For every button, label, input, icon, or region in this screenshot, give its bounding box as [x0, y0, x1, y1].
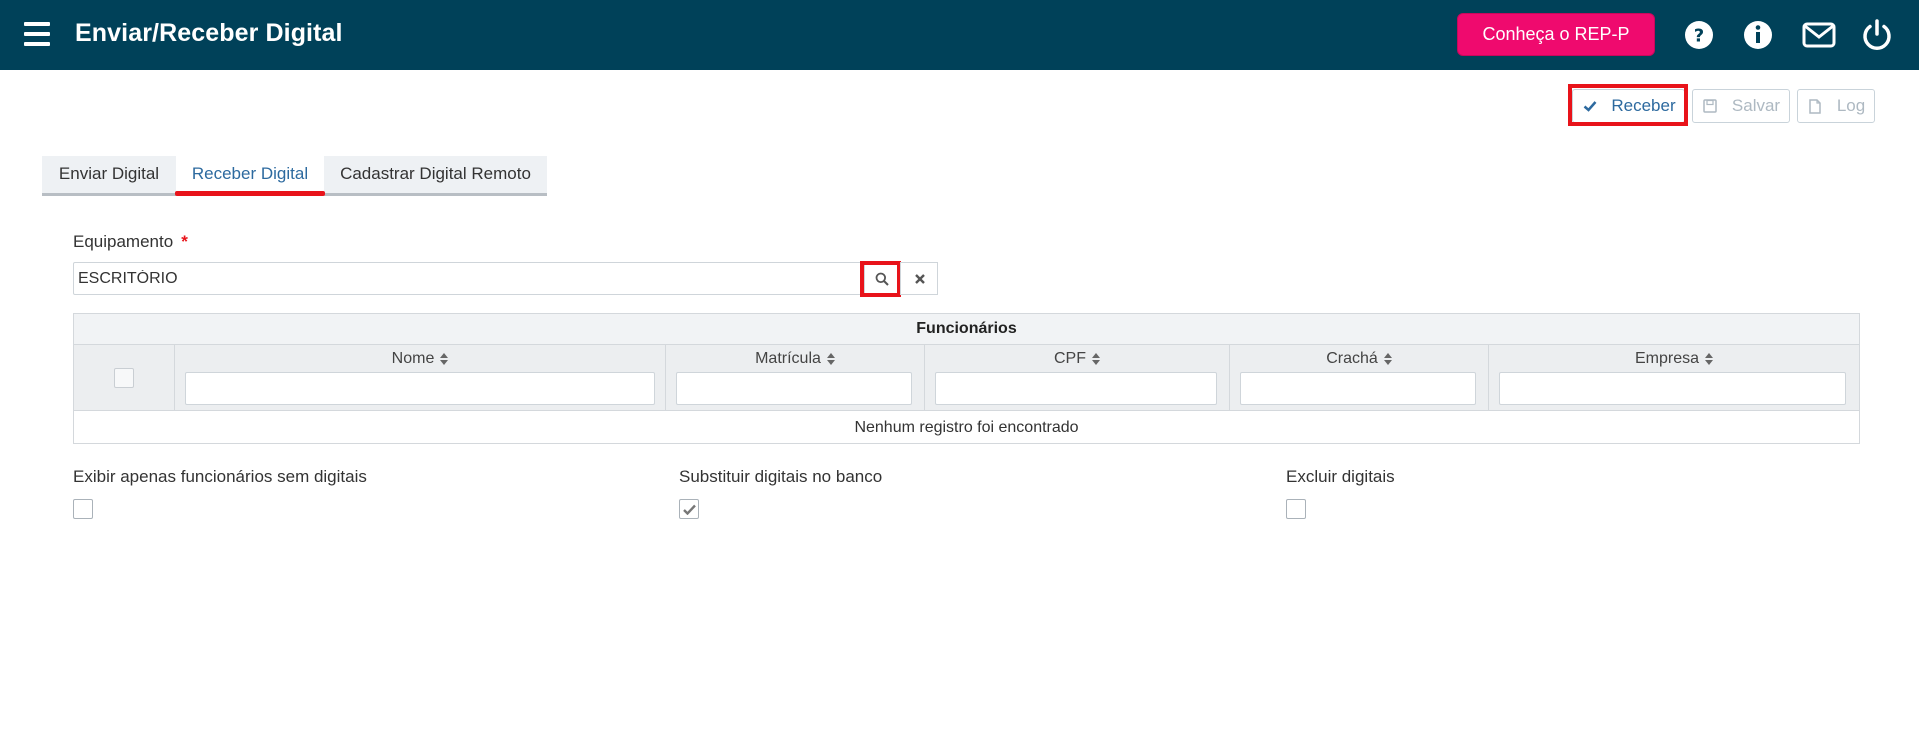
option-substituir-label: Substituir digitais no banco	[679, 467, 883, 486]
filter-cracha-input[interactable]	[1240, 372, 1476, 405]
column-cpf: CPF	[925, 345, 1230, 410]
svg-text:?: ?	[1694, 26, 1704, 47]
active-tab-highlight	[175, 191, 325, 196]
equipamento-label-text: Equipamento	[73, 232, 174, 251]
search-icon	[875, 272, 889, 286]
equipamento-clear-button[interactable]	[900, 262, 938, 295]
power-icon[interactable]	[1859, 17, 1895, 53]
help-icon[interactable]: ?	[1681, 17, 1717, 53]
filter-nome-input[interactable]	[185, 372, 655, 405]
empty-message: Nenhum registro foi encontrado	[854, 419, 1079, 436]
select-column	[74, 345, 175, 410]
column-cracha: Crachá	[1230, 345, 1489, 410]
column-cracha-header[interactable]: Crachá	[1230, 350, 1488, 368]
column-nome: Nome	[175, 345, 666, 410]
required-mark: *	[181, 232, 188, 251]
equipamento-label: Equipamento *	[73, 232, 188, 252]
log-button[interactable]: Log	[1797, 89, 1875, 123]
close-icon	[915, 274, 925, 284]
filter-empresa-input[interactable]	[1499, 372, 1846, 405]
column-empresa-header[interactable]: Empresa	[1489, 350, 1859, 368]
info-icon[interactable]	[1740, 17, 1776, 53]
table-header: Nome Matrícula CPF Crachá Empresa	[74, 345, 1859, 411]
option-sem-digitais-label: Exibir apenas funcionários sem digitais	[73, 467, 367, 486]
column-cpf-header[interactable]: CPF	[925, 350, 1229, 368]
tab-enviar-digital[interactable]: Enviar Digital	[42, 156, 176, 196]
column-cpf-label: CPF	[1054, 350, 1086, 367]
filter-matricula-input[interactable]	[676, 372, 912, 405]
sort-icon	[826, 352, 835, 365]
option-sem-digitais-checkbox[interactable]	[73, 499, 93, 519]
option-excluir-checkbox[interactable]	[1286, 499, 1306, 519]
check-icon	[683, 504, 696, 515]
column-cracha-label: Crachá	[1326, 350, 1378, 367]
sort-icon	[1383, 352, 1392, 365]
sort-icon	[1092, 352, 1100, 365]
column-matricula-label: Matrícula	[755, 350, 821, 367]
top-bar: Enviar/Receber Digital Conheça o REP-P ?	[0, 0, 1919, 70]
column-nome-header[interactable]: Nome	[175, 350, 665, 368]
option-substituir-checkbox[interactable]	[679, 499, 699, 519]
check-icon	[1583, 101, 1597, 112]
tab-cadastrar-digital-remoto[interactable]: Cadastrar Digital Remoto	[324, 156, 547, 196]
funcionarios-table: Funcionários Nome Matrícula CPF Crachá E…	[73, 313, 1860, 444]
log-label: Log	[1836, 96, 1866, 115]
receber-label: Receber	[1611, 96, 1676, 115]
column-matricula-header[interactable]: Matrícula	[666, 350, 924, 368]
option-excluir-label: Excluir digitais	[1286, 467, 1395, 486]
save-icon	[1703, 99, 1717, 113]
mail-icon[interactable]	[1801, 17, 1837, 53]
menu-icon[interactable]	[24, 22, 50, 46]
file-icon	[1809, 99, 1821, 114]
select-all-checkbox[interactable]	[114, 368, 134, 388]
page-title: Enviar/Receber Digital	[75, 19, 343, 47]
tab-receber-digital[interactable]: Receber Digital	[176, 156, 324, 196]
filter-cpf-input[interactable]	[935, 372, 1217, 405]
conheca-rep-p-button[interactable]: Conheça o REP-P	[1457, 13, 1655, 56]
equipamento-search-button[interactable]	[864, 262, 898, 295]
sort-icon	[1705, 352, 1714, 365]
salvar-label: Salvar	[1731, 96, 1781, 115]
sort-icon	[440, 352, 449, 365]
column-matricula: Matrícula	[666, 345, 925, 410]
column-nome-label: Nome	[391, 350, 435, 367]
column-empresa-label: Empresa	[1634, 350, 1700, 367]
column-empresa: Empresa	[1489, 345, 1859, 410]
receber-button[interactable]: Receber	[1572, 89, 1685, 123]
equipamento-input[interactable]	[73, 262, 864, 295]
salvar-button[interactable]: Salvar	[1692, 89, 1790, 123]
table-caption: Funcionários	[74, 314, 1859, 345]
